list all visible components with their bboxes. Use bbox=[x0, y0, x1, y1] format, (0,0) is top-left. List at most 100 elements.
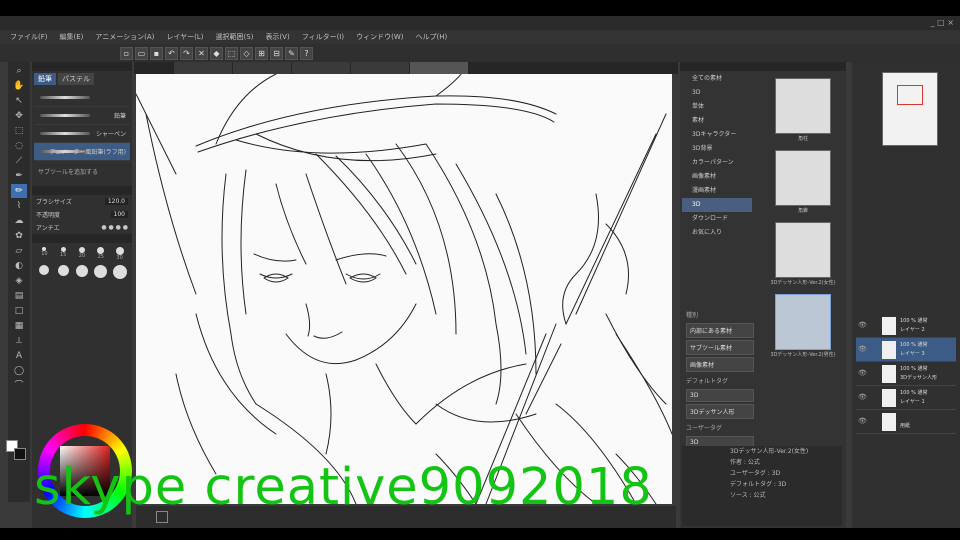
brush-size-preset[interactable]: 10 bbox=[36, 247, 53, 263]
material-thumb-pyramid[interactable] bbox=[775, 150, 831, 206]
selection-icon[interactable]: ⬚ bbox=[11, 124, 27, 138]
zoom-icon[interactable]: ⌕ bbox=[11, 64, 27, 78]
text-icon[interactable]: A bbox=[11, 349, 27, 363]
snap-ruler-icon[interactable]: ⊟ bbox=[270, 46, 283, 60]
brush-item[interactable]: シャーペン bbox=[34, 125, 130, 143]
fill-icon[interactable]: ◆ bbox=[210, 46, 223, 60]
prop-button[interactable]: 3Dデッサン人形 bbox=[686, 404, 754, 419]
navigator-preview[interactable] bbox=[882, 72, 938, 146]
eyedropper-icon[interactable]: ⟋ bbox=[11, 154, 27, 168]
brush-item[interactable]: 鉛筆 bbox=[34, 107, 130, 125]
brush-size-row[interactable]: ブラシサイズ 120.0 bbox=[32, 195, 132, 208]
tab-pastel[interactable]: パステル bbox=[58, 73, 94, 85]
opacity-row[interactable]: 不透明度 100 bbox=[32, 208, 132, 221]
material-thumb-figure-male[interactable] bbox=[775, 294, 831, 350]
layer-row[interactable]: 👁 100 % 通常 レイヤー 2 bbox=[856, 314, 956, 338]
document-tab[interactable] bbox=[233, 62, 291, 74]
tree-item[interactable]: 素材 bbox=[682, 114, 752, 128]
decoration-icon[interactable]: ✿ bbox=[11, 229, 27, 243]
layer-row[interactable]: 👁 100 % 通常 レイヤー 1 bbox=[856, 386, 956, 410]
menu-window[interactable]: ウィンドウ(W) bbox=[352, 32, 407, 42]
correct-line-icon[interactable]: ⌒ bbox=[11, 379, 27, 393]
brush-size-preset[interactable]: 25 bbox=[92, 247, 109, 263]
menu-filter[interactable]: フィルター(I) bbox=[298, 32, 348, 42]
menu-file[interactable]: ファイル(F) bbox=[6, 32, 52, 42]
brush-size-preset[interactable] bbox=[55, 265, 72, 281]
drawing-canvas[interactable] bbox=[136, 74, 672, 504]
menu-view[interactable]: 表示(V) bbox=[261, 32, 293, 42]
tree-item[interactable]: 3D背景 bbox=[682, 142, 752, 156]
deselect-icon[interactable]: ◇ bbox=[240, 46, 253, 60]
open-file-icon[interactable]: ▭ bbox=[135, 46, 148, 60]
opacity-value[interactable]: 100 bbox=[110, 211, 128, 218]
document-tab[interactable] bbox=[351, 62, 409, 74]
lasso-icon[interactable]: ◌ bbox=[11, 139, 27, 153]
eye-icon[interactable]: 👁 bbox=[858, 345, 867, 353]
new-file-icon[interactable]: ▫ bbox=[120, 46, 133, 60]
brush-size-preset[interactable] bbox=[36, 265, 53, 281]
document-tab-active[interactable] bbox=[410, 62, 468, 74]
pen-icon[interactable]: ✒ bbox=[11, 169, 27, 183]
document-tab[interactable] bbox=[174, 62, 232, 74]
layer-row[interactable]: 👁 用紙 bbox=[856, 410, 956, 434]
transform-icon[interactable]: ⬚ bbox=[225, 46, 238, 60]
prop-button[interactable]: 内部にある素材 bbox=[686, 323, 754, 338]
brush-size-value[interactable]: 120.0 bbox=[104, 198, 128, 205]
hand-icon[interactable]: ✋ bbox=[11, 79, 27, 93]
operation-icon[interactable]: ↖ bbox=[11, 94, 27, 108]
brush-icon[interactable]: ⌇ bbox=[11, 199, 27, 213]
menu-layer[interactable]: レイヤー(L) bbox=[162, 32, 207, 42]
figure-icon[interactable]: □ bbox=[11, 304, 27, 318]
tree-item[interactable]: 全ての素材 bbox=[682, 72, 752, 86]
brush-size-preset[interactable] bbox=[74, 265, 91, 281]
prop-button[interactable]: 3D bbox=[686, 389, 754, 402]
fill-bucket-icon[interactable]: ◈ bbox=[11, 274, 27, 288]
balloon-icon[interactable]: ◯ bbox=[11, 364, 27, 378]
menu-select[interactable]: 選択範囲(S) bbox=[212, 32, 258, 42]
brush-size-preset[interactable]: 30 bbox=[111, 247, 128, 263]
tree-item[interactable]: ダウンロード bbox=[682, 212, 752, 226]
tree-item[interactable]: 漫画素材 bbox=[682, 184, 752, 198]
view-toggle-icon[interactable] bbox=[156, 511, 168, 523]
pencil-icon[interactable]: ✏ bbox=[11, 184, 27, 198]
eye-icon[interactable]: 👁 bbox=[858, 393, 867, 401]
navigator-frame[interactable] bbox=[897, 85, 923, 105]
layer-row[interactable]: 👁 100 % 通常 3Dデッサン人形 bbox=[856, 362, 956, 386]
tree-item[interactable]: 3D bbox=[682, 86, 752, 100]
clear-icon[interactable]: ✕ bbox=[195, 46, 208, 60]
gradient-icon[interactable]: ▤ bbox=[11, 289, 27, 303]
menu-animation[interactable]: アニメーション(A) bbox=[91, 32, 158, 42]
eye-icon[interactable]: 👁 bbox=[858, 369, 867, 377]
document-tab[interactable] bbox=[292, 62, 350, 74]
airbrush-icon[interactable]: ☁ bbox=[11, 214, 27, 228]
menu-edit[interactable]: 編集(E) bbox=[56, 32, 88, 42]
ruler-icon[interactable]: ⟂ bbox=[11, 334, 27, 348]
move-icon[interactable]: ✥ bbox=[11, 109, 27, 123]
main-sub-color[interactable] bbox=[6, 440, 28, 462]
brush-size-preset[interactable]: 15 bbox=[55, 247, 72, 263]
tree-item[interactable]: お気に入り bbox=[682, 226, 752, 240]
brush-item-selected[interactable]: アニメーター風鉛筆(ラフ用) bbox=[34, 143, 130, 161]
tree-item[interactable]: 3Dキャラクター bbox=[682, 128, 752, 142]
tree-item[interactable]: 画像素材 bbox=[682, 170, 752, 184]
snap-icon[interactable]: ⊞ bbox=[255, 46, 268, 60]
antialias-row[interactable]: アンチエ ● ● ● ● bbox=[32, 221, 132, 234]
brush-size-preset[interactable] bbox=[111, 265, 128, 281]
window-controls[interactable]: _ □ × bbox=[931, 16, 954, 30]
eraser-icon[interactable]: ▱ bbox=[11, 244, 27, 258]
layer-row-active[interactable]: 👁 100 % 通常 レイヤー 3 bbox=[856, 338, 956, 362]
eye-icon[interactable]: 👁 bbox=[858, 321, 867, 329]
brush-item[interactable] bbox=[34, 89, 130, 107]
tree-item[interactable]: 単体 bbox=[682, 100, 752, 114]
sub-color-swatch[interactable] bbox=[14, 448, 26, 460]
add-subtool-button[interactable]: サブツールを追加する bbox=[32, 163, 132, 180]
blend-icon[interactable]: ◐ bbox=[11, 259, 27, 273]
pen-pressure-icon[interactable]: ✎ bbox=[285, 46, 298, 60]
prop-button[interactable]: サブツール素材 bbox=[686, 340, 754, 355]
brush-size-preset[interactable]: 20 bbox=[74, 247, 91, 263]
tree-item[interactable]: カラーパターン bbox=[682, 156, 752, 170]
prop-button[interactable]: 画像素材 bbox=[686, 357, 754, 372]
tab-pencil[interactable]: 鉛筆 bbox=[34, 73, 56, 85]
menu-help[interactable]: ヘルプ(H) bbox=[411, 32, 451, 42]
material-thumb-figure-female[interactable] bbox=[775, 222, 831, 278]
